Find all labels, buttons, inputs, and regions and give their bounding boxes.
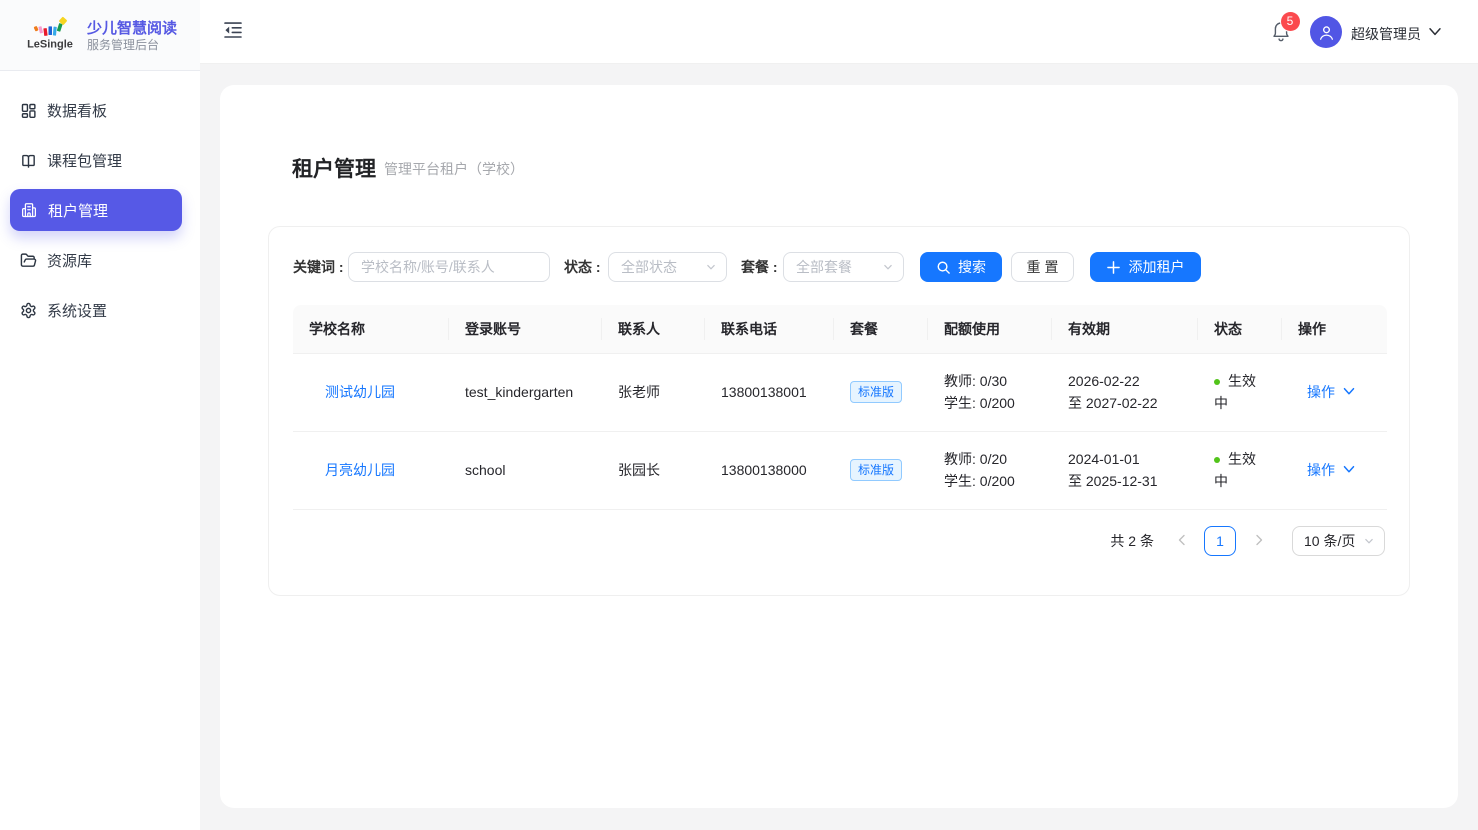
svg-text:LeSingle: LeSingle xyxy=(27,39,73,51)
